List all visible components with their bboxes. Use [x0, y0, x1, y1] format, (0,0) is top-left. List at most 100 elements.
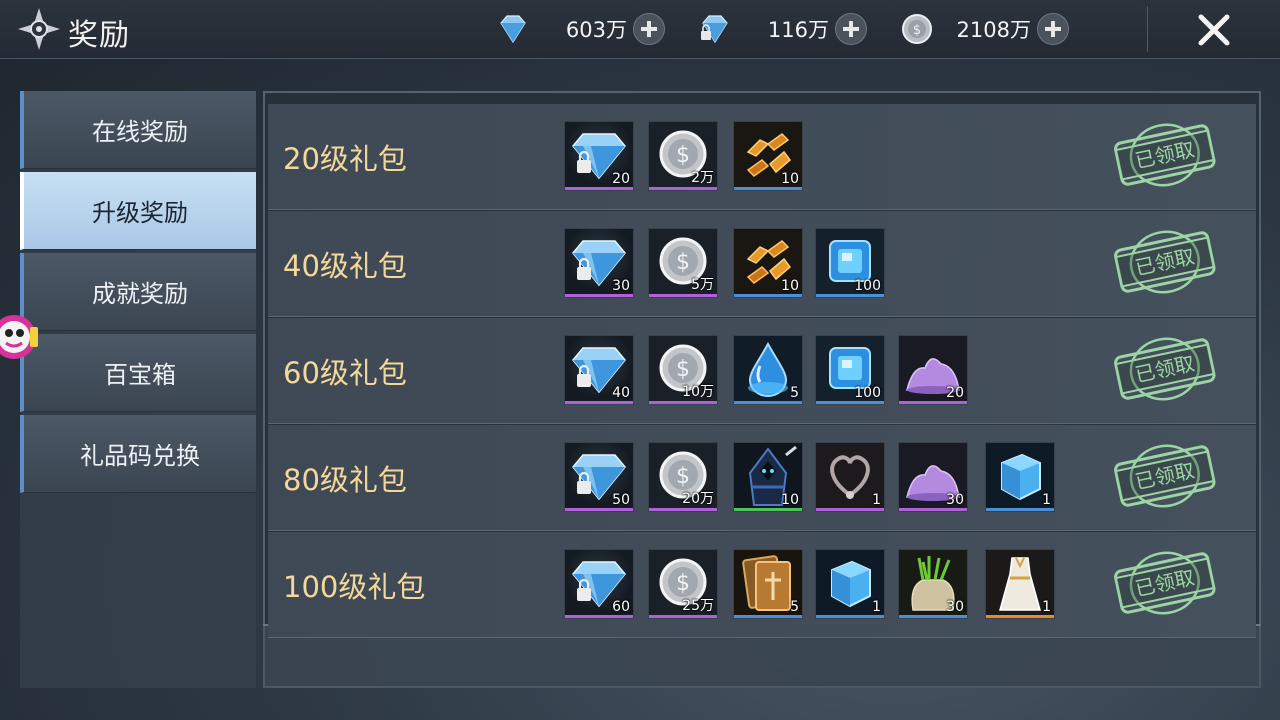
rarity-bar	[734, 615, 802, 618]
pack-title: 20级礼包	[283, 142, 407, 176]
item-count: 100	[854, 385, 881, 401]
sidebar-item-achievement-rewards[interactable]: 成就奖励	[20, 253, 256, 331]
rarity-bar	[734, 508, 802, 511]
pack-title: 60级礼包	[283, 356, 407, 390]
currency-diamond: 603万	[495, 10, 665, 48]
claimed-stamp-icon[interactable]: 已领取	[1110, 439, 1220, 515]
svg-text:$: $	[676, 143, 690, 168]
item-count: 1	[872, 599, 881, 615]
item-count: 20万	[682, 491, 714, 507]
item-count: 5	[790, 385, 799, 401]
sidebar-item-label: 在线奖励	[92, 118, 188, 146]
item-count: 2万	[691, 170, 714, 186]
close-icon[interactable]	[1192, 8, 1236, 52]
svg-text:$: $	[676, 464, 690, 489]
rarity-bar	[734, 187, 802, 190]
rarity-bar	[649, 294, 717, 297]
item-count: 50	[612, 492, 630, 508]
reward-item-slot[interactable]: 1	[815, 442, 885, 512]
reward-item-slot[interactable]: 40	[564, 335, 634, 405]
rarity-bar	[565, 508, 633, 511]
sidebar-item-label: 升级奖励	[92, 199, 188, 227]
header-divider	[1147, 6, 1148, 52]
item-count: 20	[946, 385, 964, 401]
diamond-icon	[500, 15, 526, 44]
reward-item-slot[interactable]: 1	[985, 442, 1055, 512]
item-count: 1	[1042, 599, 1051, 615]
add-bound-diamond-button[interactable]	[835, 13, 867, 45]
item-count: 10	[781, 171, 799, 187]
claimed-stamp-icon[interactable]: 已领取	[1110, 225, 1220, 301]
rarity-bar	[899, 508, 967, 511]
reward-item-slot[interactable]: $10万	[648, 335, 718, 405]
item-count: 10	[781, 492, 799, 508]
currency-silver: $ 2108万	[899, 10, 1069, 48]
item-count: 1	[1042, 492, 1051, 508]
reward-item-slot[interactable]: 100	[815, 228, 885, 298]
pack-title: 100级礼包	[283, 570, 426, 604]
reward-item-slot[interactable]: 1	[815, 549, 885, 619]
rarity-bar	[649, 187, 717, 190]
reward-item-slot[interactable]: 30	[898, 549, 968, 619]
reward-item-slot[interactable]: 100	[815, 335, 885, 405]
bound-diamond-icon	[701, 15, 728, 44]
claimed-stamp-icon[interactable]: 已领取	[1110, 332, 1220, 408]
reward-pack-row: 80级礼包 50 $20万 10 1 30 1 已领取	[268, 425, 1256, 531]
reward-pack-row: 40级礼包 30 $5万 10 100 已领取	[268, 211, 1256, 317]
rarity-bar	[816, 401, 884, 404]
reward-item-slot[interactable]: 10	[733, 121, 803, 191]
sidebar-item-gift-code[interactable]: 礼品码兑换	[20, 415, 256, 493]
item-count: 100	[854, 278, 881, 294]
rarity-bar	[565, 615, 633, 618]
page-title: 奖励	[68, 18, 130, 53]
sidebar-item-level-rewards[interactable]: 升级奖励	[20, 172, 256, 250]
reward-item-slot[interactable]: 20	[898, 335, 968, 405]
silver-amount: 2108万	[956, 18, 1031, 42]
item-count: 1	[872, 492, 881, 508]
reward-item-slot[interactable]: 1	[985, 549, 1055, 619]
svg-text:$: $	[676, 571, 690, 596]
sidebar-item-treasure-box[interactable]: 百宝箱	[20, 334, 256, 412]
item-count: 5万	[691, 277, 714, 293]
reward-item-slot[interactable]: $25万	[648, 549, 718, 619]
item-count: 30	[946, 492, 964, 508]
claimed-stamp-icon[interactable]: 已领取	[1110, 546, 1220, 622]
reward-item-slot[interactable]: 5	[733, 335, 803, 405]
rarity-bar	[649, 508, 717, 511]
rarity-bar	[816, 615, 884, 618]
reward-item-slot[interactable]: $20万	[648, 442, 718, 512]
rarity-bar	[899, 401, 967, 404]
item-count: 30	[612, 278, 630, 294]
reward-pack-row: 60级礼包 40 $10万 5 100 20 已领取	[268, 318, 1256, 424]
item-count: 25万	[682, 598, 714, 614]
item-count: 40	[612, 385, 630, 401]
reward-item-slot[interactable]: 60	[564, 549, 634, 619]
reward-item-slot[interactable]: $5万	[648, 228, 718, 298]
floating-assistant-icon[interactable]	[0, 305, 44, 369]
reward-item-slot[interactable]: 30	[564, 228, 634, 298]
rarity-bar	[899, 615, 967, 618]
reward-item-slot[interactable]: 10	[733, 228, 803, 298]
rarity-bar	[816, 508, 884, 511]
reward-item-slot[interactable]: 30	[898, 442, 968, 512]
sidebar-item-label: 百宝箱	[104, 361, 176, 389]
reward-pack-row: 100级礼包 60 $25万 5 1 30 1 已领取	[268, 532, 1256, 638]
reward-item-slot[interactable]: $2万	[648, 121, 718, 191]
reward-item-slot[interactable]: 50	[564, 442, 634, 512]
add-diamond-button[interactable]	[633, 13, 665, 45]
rarity-bar	[649, 401, 717, 404]
svg-text:$: $	[676, 250, 690, 275]
bound-diamond-amount: 116万	[767, 18, 829, 42]
reward-item-slot[interactable]: 10	[733, 442, 803, 512]
item-count: 30	[946, 599, 964, 615]
rarity-bar	[565, 294, 633, 297]
reward-item-slot[interactable]: 5	[733, 549, 803, 619]
sidebar-item-online-rewards[interactable]: 在线奖励	[20, 91, 256, 169]
rarity-bar	[986, 508, 1054, 511]
reward-item-slot[interactable]: 20	[564, 121, 634, 191]
silver-coin-icon: $	[902, 14, 932, 44]
item-count: 10	[781, 278, 799, 294]
add-silver-button[interactable]	[1037, 13, 1069, 45]
claimed-stamp-icon[interactable]: 已领取	[1110, 118, 1220, 194]
rarity-bar	[734, 401, 802, 404]
